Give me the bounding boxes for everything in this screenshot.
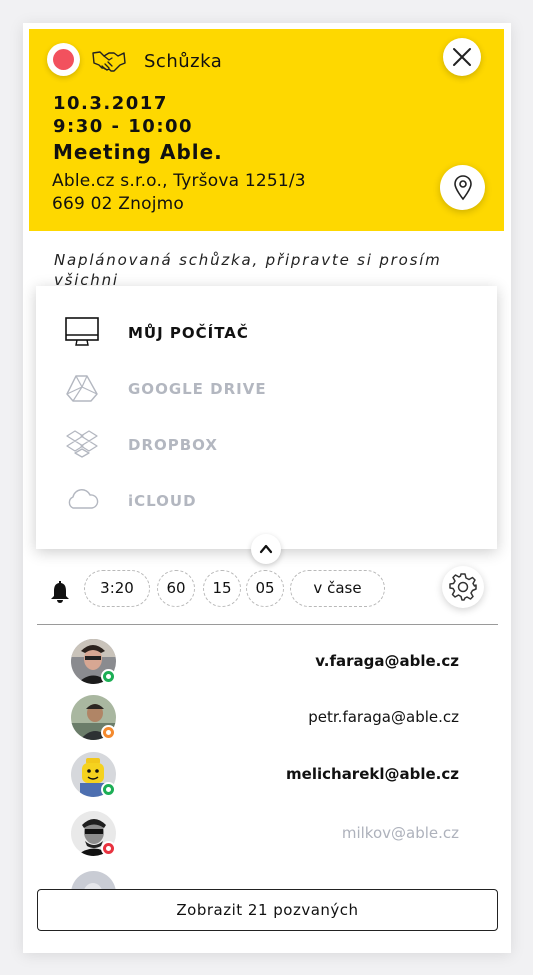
invitee-row[interactable]: milkov@able.cz [69,811,489,861]
meeting-time: 9:30 - 10:00 [53,116,194,137]
chevron-up-icon [259,544,273,554]
map-location-button[interactable] [440,165,485,210]
invitee-email: milkov@able.cz [341,824,459,842]
meeting-card: Schůzka 10.3.2017 9:30 - 10:00 Meeting A… [23,23,511,953]
close-button[interactable] [443,38,481,76]
storage-picker: MŮJ POČÍTAČ GOOGLE DRIVE DROPBOX iCLOUD [36,286,497,549]
meeting-header: Schůzka 10.3.2017 9:30 - 10:00 Meeting A… [29,29,504,231]
reminder-chip[interactable]: 05 [246,570,284,607]
picker-item-icloud[interactable]: iCLOUD [64,480,464,520]
meeting-address-line1: Able.cz s.r.o., Tyršova 1251/3 [52,171,306,191]
reminder-chip-on-time[interactable]: v čase [290,570,385,607]
collapse-picker-button[interactable] [251,534,281,564]
picker-item-dropbox[interactable]: DROPBOX [64,424,464,464]
status-online-badge [101,669,116,684]
google-drive-icon [66,375,98,402]
meeting-date: 10.3.2017 [53,93,168,114]
dropbox-icon [66,430,98,458]
picker-item-label: GOOGLE DRIVE [128,380,267,398]
reminder-chip[interactable]: 3:20 [84,570,150,607]
picker-item-label: MŮJ POČÍTAČ [128,324,249,342]
record-dot-icon [53,49,74,70]
status-offline-badge [101,841,116,856]
invitee-email: v.faraga@able.cz [315,652,459,670]
status-away-badge [101,725,116,740]
invitee-row[interactable]: petr.faraga@able.cz [69,695,489,745]
record-button[interactable] [47,43,80,76]
divider [37,624,498,625]
close-icon [453,48,471,66]
invitee-email: petr.faraga@able.cz [308,708,459,726]
status-online-badge [101,782,116,797]
reminder-chip[interactable]: 60 [157,570,195,607]
handshake-icon [92,51,126,72]
settings-button[interactable] [442,566,484,608]
picker-item-my-computer[interactable]: MŮJ POČÍTAČ [64,312,464,352]
picker-item-label: iCLOUD [128,492,197,510]
location-pin-icon [454,175,472,201]
picker-item-label: DROPBOX [128,436,218,454]
invitee-row[interactable]: melicharekl@able.cz [69,752,489,802]
meeting-address-line2: 669 02 Znojmo [52,194,184,214]
meeting-title: Meeting Able. [53,140,223,164]
icloud-icon [68,489,99,509]
invitee-row[interactable]: v.faraga@able.cz [69,639,489,689]
reminder-chip[interactable]: 15 [203,570,241,607]
invitee-email: melicharekl@able.cz [286,765,459,783]
meeting-type-label: Schůzka [144,51,223,72]
bell-icon [51,581,69,603]
meeting-note: Naplánovaná schůzka, připravte si prosím… [54,251,442,289]
monitor-icon [65,317,99,346]
show-invited-button[interactable]: Zobrazit 21 pozvaných [37,889,498,931]
gear-icon [449,573,477,601]
picker-item-google-drive[interactable]: GOOGLE DRIVE [64,368,464,408]
